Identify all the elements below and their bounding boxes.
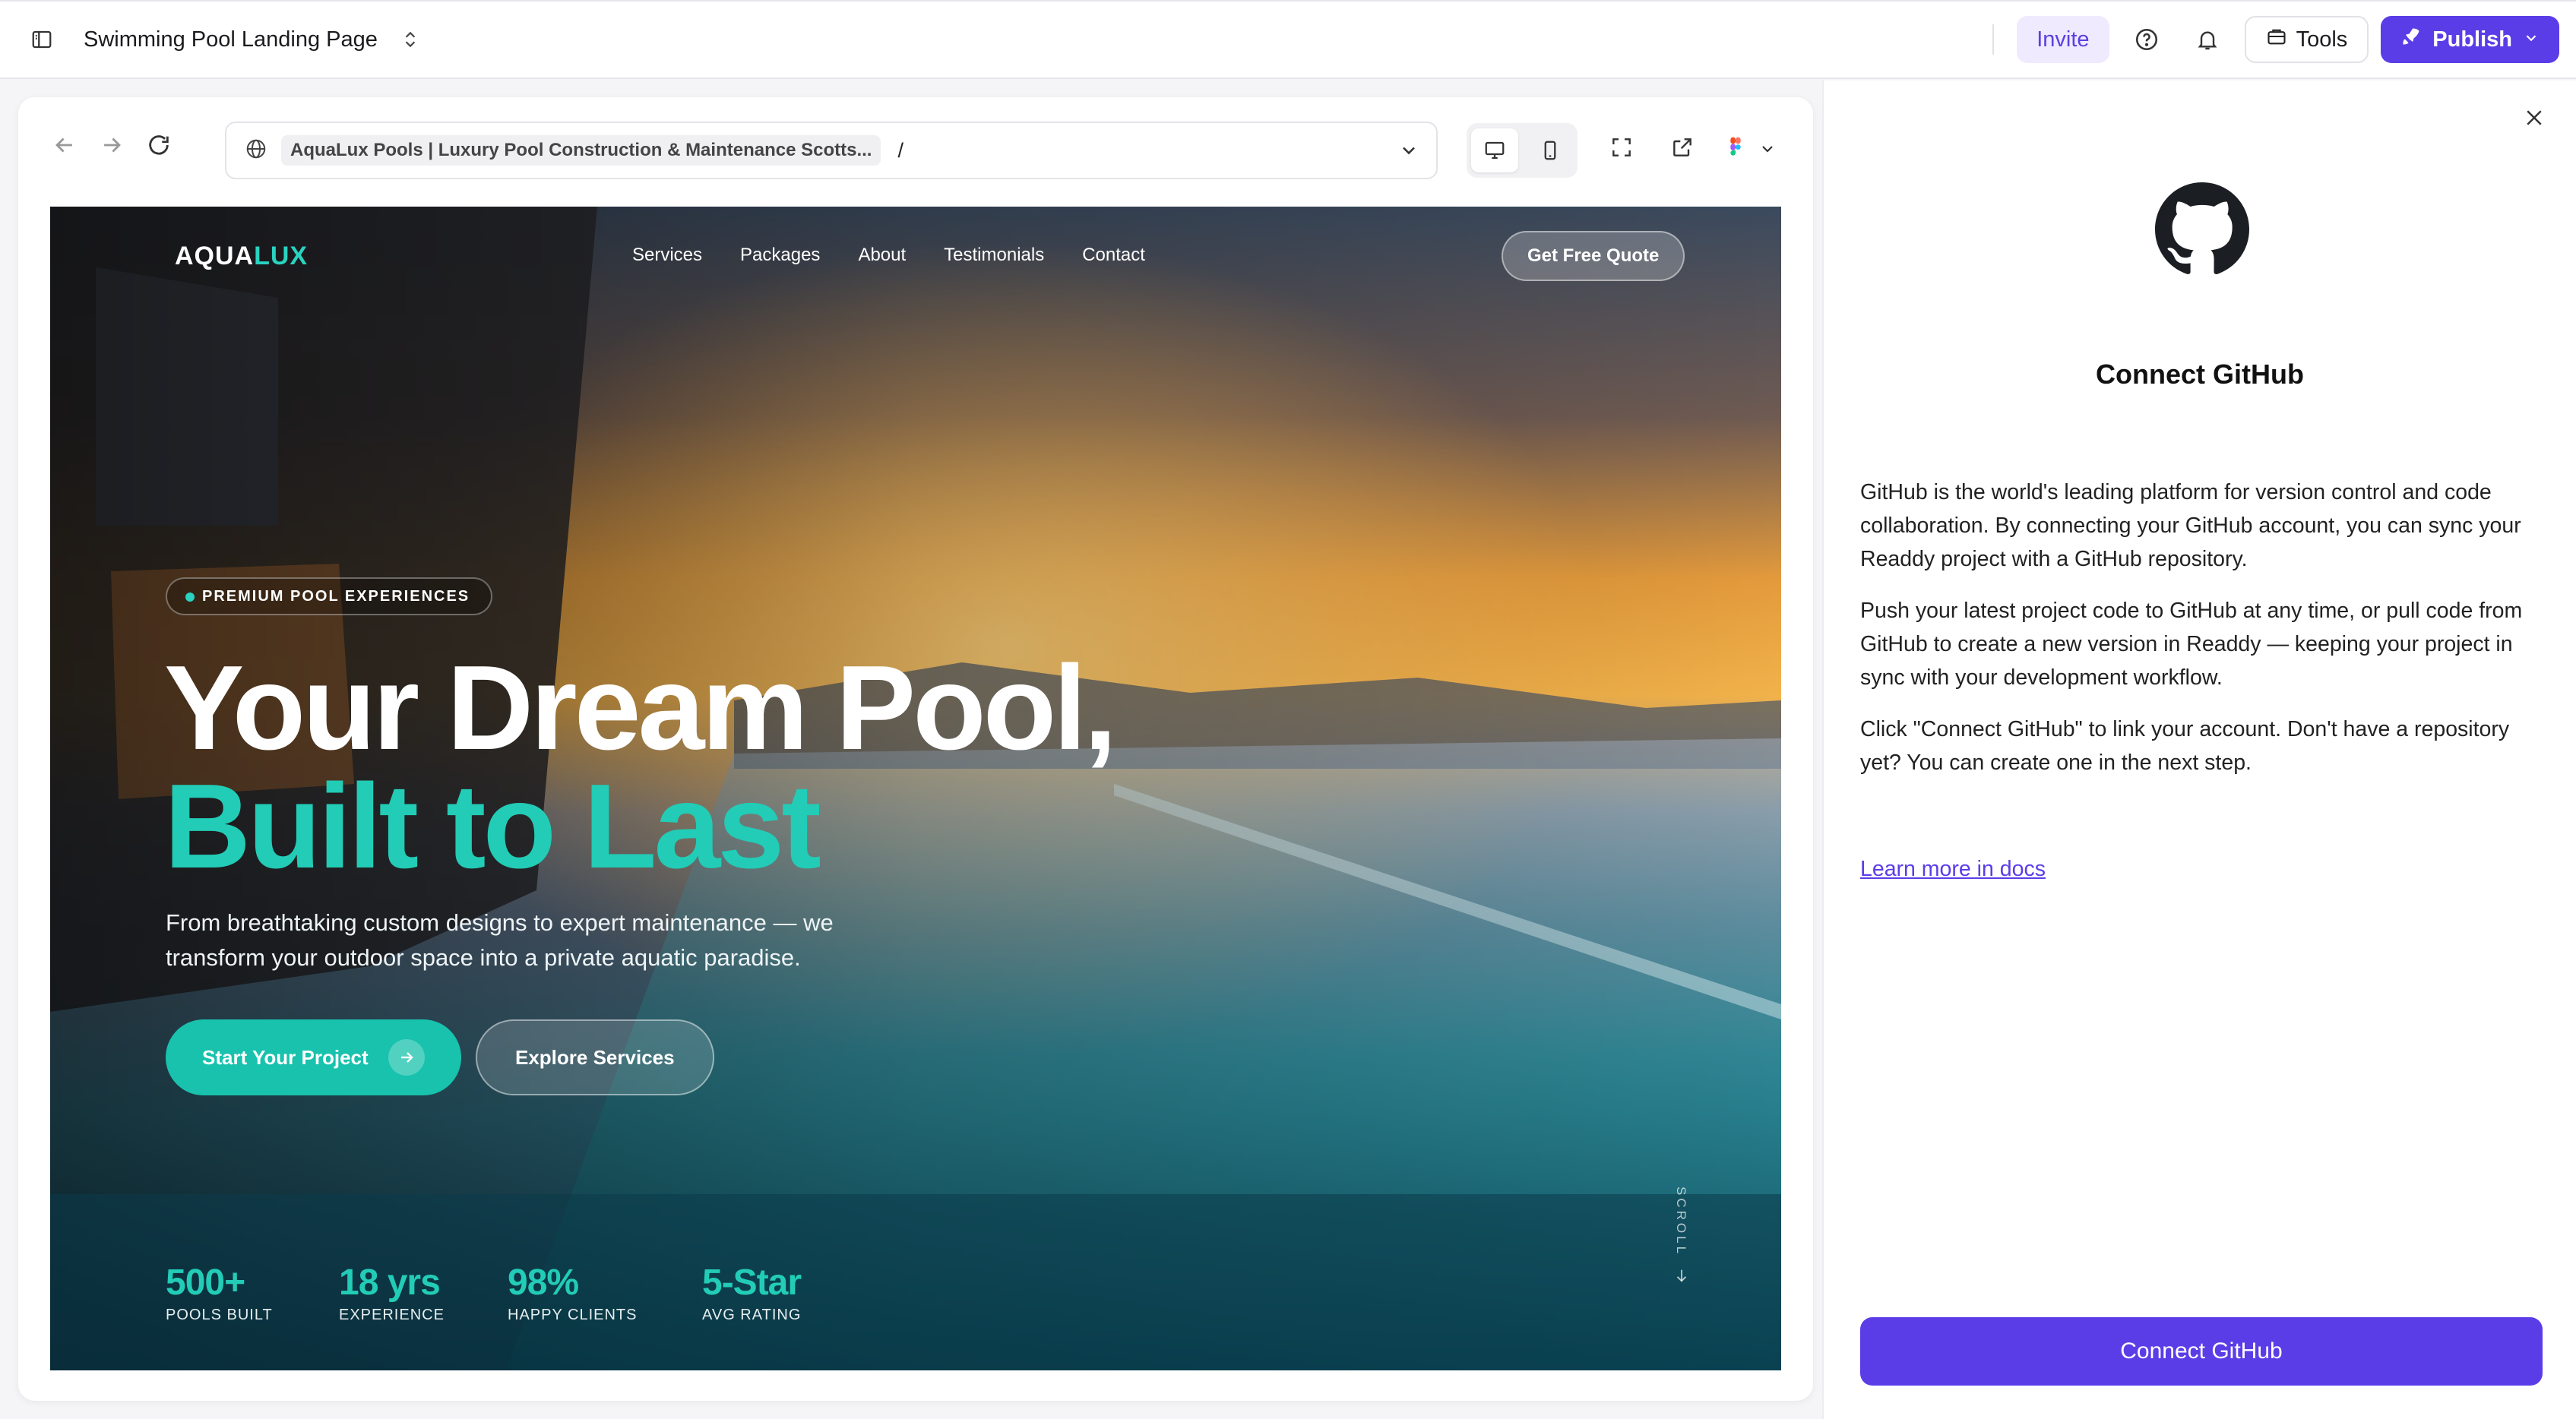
close-icon[interactable]: [2523, 106, 2546, 133]
preview-panel: AquaLux Pools | Luxury Pool Construction…: [18, 97, 1813, 1401]
tools-button[interactable]: Tools: [2244, 16, 2369, 63]
get-free-quote-button[interactable]: Get Free Quote: [1502, 231, 1685, 281]
hero-stats: 500+ POOLS BUILT 18 yrs EXPERIENCE 98% H…: [166, 1261, 854, 1324]
site-logo[interactable]: AQUALUX: [175, 242, 308, 271]
arrow-right-icon: [388, 1039, 425, 1076]
bell-icon[interactable]: [2184, 16, 2231, 63]
nav-packages[interactable]: Packages: [740, 245, 820, 266]
stat-value: 18 yrs: [339, 1263, 441, 1303]
project-title[interactable]: Swimming Pool Landing Page: [84, 27, 378, 52]
paragraph: GitHub is the world's leading platform f…: [1860, 480, 2521, 571]
github-panel: Connect GitHub GitHub is the world's lea…: [1822, 81, 2576, 1419]
hero-lead: From breathtaking custom designs to expe…: [166, 909, 834, 971]
mobile-icon[interactable]: [1527, 128, 1574, 172]
globe-icon: [245, 137, 267, 164]
sidebar-toggle-icon[interactable]: [30, 28, 53, 51]
hero-badge: PREMIUM POOL EXPERIENCES: [166, 577, 493, 615]
chevron-down-icon[interactable]: [1398, 140, 1419, 165]
stat-value: 5-Star: [702, 1263, 802, 1303]
arrow-down-icon: [1673, 1266, 1704, 1289]
scroll-label: SCROLL: [1674, 1187, 1688, 1257]
logo-accent-text: LUX: [254, 242, 309, 270]
divider: [1992, 24, 1995, 55]
back-arrow-icon[interactable]: [52, 132, 78, 162]
paragraph: Click "Connect GitHub" to link your acco…: [1860, 717, 2510, 775]
stat-label: EXPERIENCE: [339, 1307, 445, 1323]
publish-label: Publish: [2432, 27, 2512, 52]
rocket-icon: [2400, 26, 2422, 53]
learn-more-docs-link[interactable]: Learn more in docs: [1860, 857, 2046, 882]
explore-services-button[interactable]: Explore Services: [476, 1019, 714, 1095]
panel-title: Connect GitHub: [2096, 359, 2304, 390]
address-bar[interactable]: AquaLux Pools | Luxury Pool Construction…: [225, 122, 1438, 179]
stat-label: AVG RATING: [702, 1307, 802, 1323]
help-icon[interactable]: [2123, 16, 2170, 63]
publish-button[interactable]: Publish: [2381, 16, 2559, 63]
url-path[interactable]: /: [897, 139, 903, 163]
chevron-down-icon[interactable]: [1758, 140, 1777, 162]
figma-icon[interactable]: [1723, 135, 1748, 163]
logo-text: AQUA: [175, 242, 255, 270]
chevron-down-icon: [2523, 27, 2540, 52]
tools-icon: [2266, 26, 2287, 53]
stat-item: 18 yrs EXPERIENCE: [339, 1261, 508, 1324]
fullscreen-icon[interactable]: [1609, 135, 1634, 163]
nav-services[interactable]: Services: [632, 245, 702, 266]
external-link-icon[interactable]: [1670, 135, 1695, 163]
stat-label: POOLS BUILT: [166, 1307, 273, 1323]
hero-headline-accent: Built to Last: [164, 760, 821, 893]
start-project-label: Start Your Project: [202, 1045, 369, 1069]
page-title-chip: AquaLux Pools | Luxury Pool Construction…: [281, 135, 881, 166]
browser-toolbar: AquaLux Pools | Luxury Pool Construction…: [18, 122, 1813, 179]
nav-testimonials[interactable]: Testimonials: [944, 245, 1044, 266]
stat-value: 98%: [508, 1263, 579, 1303]
stat-item: 500+ POOLS BUILT: [166, 1261, 339, 1324]
connect-github-button[interactable]: Connect GitHub: [1860, 1317, 2543, 1386]
forward-arrow-icon[interactable]: [99, 132, 125, 162]
stat-label: HAPPY CLIENTS: [508, 1307, 638, 1323]
site-navbar: AQUALUX Services Packages About Testimon…: [50, 207, 1781, 305]
stat-item: 5-Star AVG RATING: [702, 1261, 854, 1324]
badge-label: PREMIUM POOL EXPERIENCES: [202, 587, 470, 605]
device-toggle: [1467, 123, 1578, 178]
paragraph: Push your latest project code to GitHub …: [1860, 599, 2523, 690]
chevron-up-down-icon[interactable]: [400, 28, 420, 51]
nav-about[interactable]: About: [858, 245, 906, 266]
stat-value: 500+: [166, 1263, 245, 1303]
tools-label: Tools: [2296, 27, 2348, 52]
hero-headline: Your Dream Pool,: [164, 641, 1117, 775]
desktop-icon[interactable]: [1470, 128, 1518, 172]
nav-contact[interactable]: Contact: [1082, 245, 1145, 266]
scroll-indicator[interactable]: SCROLL: [1673, 1187, 1704, 1289]
panel-description: GitHub is the world's leading platform f…: [1860, 476, 2552, 798]
github-icon: [2155, 182, 2249, 280]
invite-button[interactable]: Invite: [2017, 16, 2109, 63]
badge-dot: [185, 593, 195, 602]
top-bar: Swimming Pool Landing Page Invite Tools …: [0, 0, 2576, 79]
site-preview: AQUALUX Services Packages About Testimon…: [50, 207, 1781, 1370]
start-project-button[interactable]: Start Your Project: [166, 1019, 461, 1095]
reload-icon[interactable]: [146, 132, 172, 162]
stat-item: 98% HAPPY CLIENTS: [508, 1261, 702, 1324]
